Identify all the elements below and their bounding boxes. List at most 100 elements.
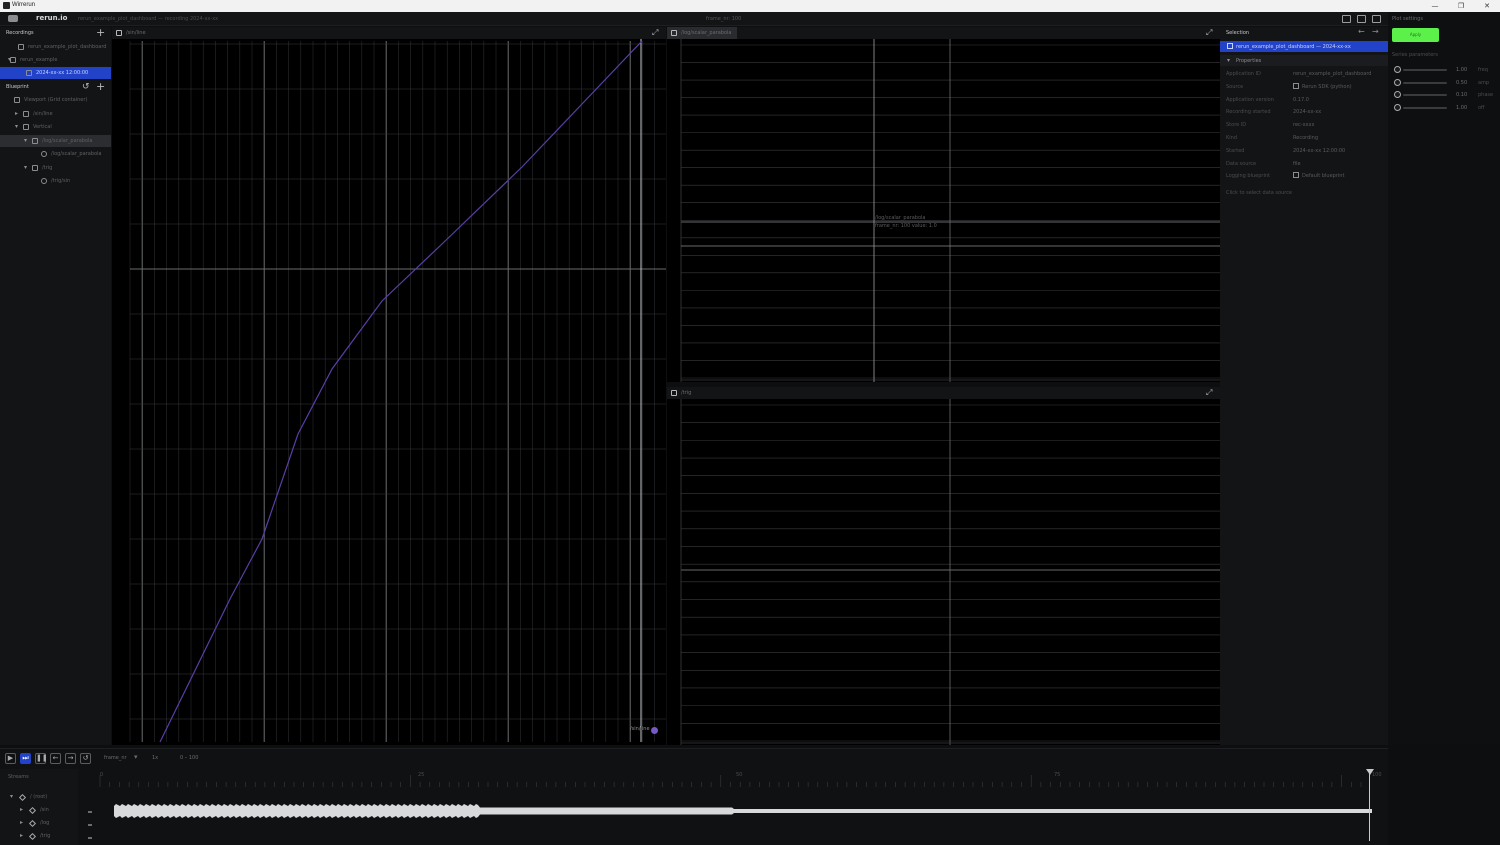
- chevron-right-icon[interactable]: ▸: [20, 832, 23, 839]
- selected-item[interactable]: rerun_example_plot_dashboard — 2024-xx-x…: [1220, 41, 1388, 52]
- blueprint-item-label: /trig/sin: [51, 178, 71, 184]
- blueprint-tree-item[interactable]: ▾ /log/scalar_parabola: [0, 134, 111, 147]
- stream-row[interactable]: ▸ /sin: [0, 804, 78, 816]
- tab-top-right[interactable]: /log/scalar_parabola: [667, 27, 738, 39]
- follow-icon[interactable]: ⏭: [20, 753, 31, 764]
- maximize-icon[interactable]: ⤢: [1206, 387, 1212, 399]
- back-arrow-icon[interactable]: ←: [1358, 27, 1365, 36]
- slider-track[interactable]: [1403, 106, 1447, 109]
- ruler-label: 25: [418, 772, 425, 778]
- tab-main[interactable]: /sin/line: [112, 27, 152, 39]
- view-bottom-right[interactable]: /trig ⤢: [667, 387, 1220, 745]
- recording-item[interactable]: ▾ rerun_example: [0, 54, 111, 66]
- view-icon: [32, 164, 38, 171]
- app-icon: [10, 57, 16, 63]
- ruler-label: 50: [736, 772, 743, 778]
- playback-speed[interactable]: 1x: [152, 755, 158, 761]
- toggle-bottom-panel-icon[interactable]: [1357, 15, 1366, 23]
- step-back-icon[interactable]: ←: [50, 753, 61, 764]
- slider-track[interactable]: [1403, 81, 1447, 84]
- reset-icon[interactable]: ↺: [82, 81, 90, 93]
- chevron-right-icon[interactable]: ▸: [15, 110, 18, 117]
- slider-value[interactable]: 1.00: [1456, 105, 1467, 111]
- chevron-down-icon[interactable]: ▾: [24, 137, 27, 144]
- top-right-plot-canvas[interactable]: [667, 39, 1220, 382]
- legend-series-dot[interactable]: [651, 727, 658, 734]
- property-value: Rerun SDK (python): [1302, 83, 1352, 90]
- chevron-down-icon[interactable]: ▾: [134, 753, 138, 761]
- slider-track[interactable]: [1403, 69, 1447, 71]
- view-top-right[interactable]: /log/scalar_parabola ⤢ /log/scalar_parab…: [667, 27, 1220, 382]
- property-key: Started: [1226, 147, 1245, 154]
- slider-handle[interactable]: [1394, 91, 1401, 98]
- forward-arrow-icon[interactable]: →: [1372, 27, 1379, 36]
- time-ruler[interactable]: 0 25 50 75 100: [84, 769, 1384, 787]
- view-icon: [32, 137, 38, 144]
- stream-row[interactable]: ▸ /trig: [0, 830, 78, 842]
- slider-handle[interactable]: [1394, 78, 1401, 86]
- timeline-selector[interactable]: frame_nr: [104, 755, 127, 761]
- recording-icon: [26, 70, 32, 76]
- data-density-waveform[interactable]: [84, 801, 1376, 821]
- maximize-icon[interactable]: ⤢: [1206, 27, 1212, 39]
- chevron-down-icon[interactable]: ▾: [15, 123, 18, 130]
- window-title: Wirrerun: [12, 2, 36, 8]
- row-marker: [88, 811, 92, 813]
- parameter-slider[interactable]: 1.00 off: [1394, 103, 1498, 112]
- parameter-slider[interactable]: 0.50 amp: [1394, 78, 1498, 87]
- recording-item[interactable]: 2024-xx-xx 12:00:00: [0, 67, 111, 79]
- restore-button[interactable]: ❐: [1448, 0, 1474, 12]
- slider-track[interactable]: [1403, 94, 1447, 96]
- apply-button[interactable]: Apply: [1392, 28, 1439, 42]
- pause-icon[interactable]: ❚❚: [35, 753, 48, 764]
- chevron-down-icon[interactable]: ▾: [10, 793, 13, 800]
- recording-item[interactable]: rerun_example_plot_dashboard: [0, 41, 111, 53]
- blueprint-tree-item[interactable]: ▸ /sin/line: [0, 108, 111, 120]
- parameter-slider[interactable]: 0.10 phase: [1394, 91, 1498, 99]
- chevron-right-icon[interactable]: ▸: [20, 819, 23, 826]
- source-icon: [1293, 172, 1299, 179]
- slider-value[interactable]: 1.00: [1456, 67, 1467, 73]
- add-view-plus-icon[interactable]: +: [96, 81, 105, 93]
- slider-handle[interactable]: [1394, 66, 1401, 73]
- toggle-right-panel-icon[interactable]: [1372, 15, 1381, 23]
- menu-icon[interactable]: [8, 15, 18, 22]
- view-tab-bar: /sin/line ⤢: [112, 27, 666, 39]
- timeline-playhead[interactable]: [1369, 771, 1370, 841]
- ruler-label: 0: [100, 772, 104, 778]
- loop-icon[interactable]: ↺: [80, 753, 91, 764]
- slider-handle[interactable]: [1394, 103, 1401, 111]
- slider-value[interactable]: 0.10: [1456, 92, 1467, 98]
- blueprint-item-label: Vertical: [33, 124, 52, 130]
- play-icon[interactable]: ▶: [5, 753, 16, 764]
- chevron-right-icon[interactable]: ▸: [20, 806, 23, 813]
- view-main-plot[interactable]: /sin/line ⤢ /sin/line: [112, 27, 666, 745]
- close-button[interactable]: ✕: [1474, 0, 1500, 12]
- main-plot-canvas[interactable]: [112, 39, 666, 745]
- playhead-handle[interactable]: [1366, 769, 1374, 775]
- maximize-icon[interactable]: ⤢: [652, 27, 658, 39]
- step-forward-icon[interactable]: →: [65, 753, 76, 764]
- settings-subtitle: Series parameters: [1392, 52, 1438, 58]
- blueprint-tree-item[interactable]: ▾ /trig: [0, 162, 111, 174]
- blueprint-tree-item[interactable]: Viewport (Grid container): [0, 94, 111, 106]
- toggle-left-panel-icon[interactable]: [1342, 15, 1351, 23]
- selection-footer: Click to select data source: [1226, 190, 1386, 200]
- blueprint-tree-item[interactable]: ▾ Vertical: [0, 121, 111, 133]
- tab-top-right-label: /log/scalar_parabola: [681, 30, 732, 36]
- selected-item-label: rerun_example_plot_dashboard — 2024-xx-x…: [1236, 44, 1351, 50]
- rerun-logo: rerun.io: [36, 14, 68, 22]
- blueprint-tree-item[interactable]: /trig/sin: [0, 175, 111, 187]
- stream-row[interactable]: ▸ /log: [0, 817, 78, 829]
- properties-section-header[interactable]: ▾ Properties: [1220, 55, 1388, 66]
- add-recording-plus-icon[interactable]: +: [96, 27, 105, 39]
- parameter-slider[interactable]: 1.00 freq: [1394, 66, 1498, 74]
- chevron-down-icon[interactable]: ▾: [24, 164, 27, 171]
- minimize-button[interactable]: —: [1422, 0, 1448, 12]
- slider-value[interactable]: 0.50: [1456, 80, 1467, 86]
- property-key: Application version: [1226, 96, 1274, 103]
- stream-row[interactable]: ▾ / (root): [0, 791, 78, 803]
- tab-bottom-right[interactable]: /trig: [667, 387, 697, 399]
- bottom-right-plot-canvas[interactable]: [667, 399, 1220, 745]
- blueprint-tree-item[interactable]: /log/scalar_parabola: [0, 148, 111, 160]
